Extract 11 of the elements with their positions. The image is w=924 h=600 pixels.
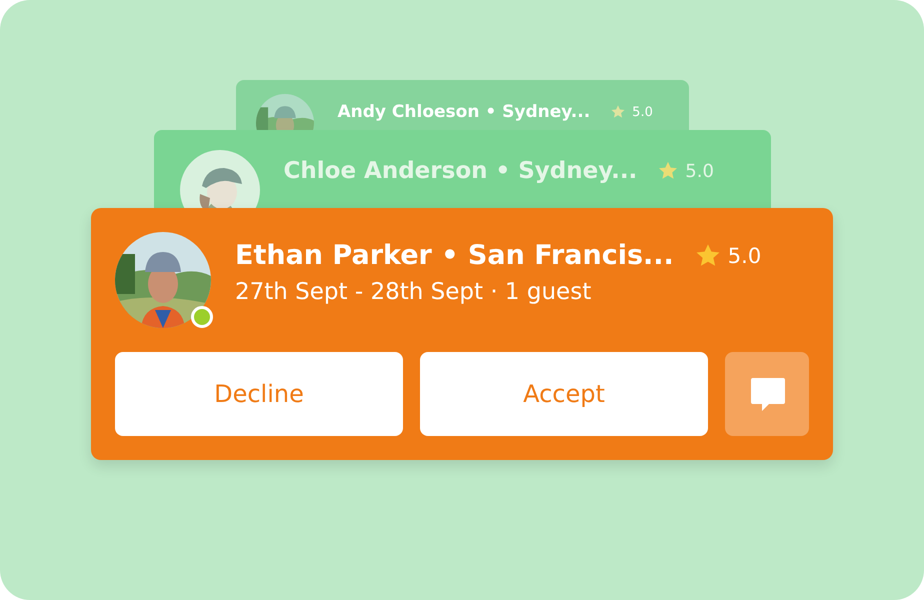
rating-value: 5.0 [632,104,653,120]
message-button[interactable] [725,352,809,436]
rating-value: 5.0 [728,244,762,268]
decline-button[interactable]: Decline [115,352,403,436]
guest-name: Andy Chloeson • Sydney... [338,102,590,122]
accept-button[interactable]: Accept [420,352,708,436]
booking-dates: 27th Sept - 28th Sept · 1 guest [235,279,592,305]
star-icon [610,104,626,120]
rating-value: 5.0 [685,160,714,182]
guest-name: Ethan Parker • San Francis... [235,240,674,271]
guest-name: Chloe Anderson • Sydney... [284,158,638,184]
